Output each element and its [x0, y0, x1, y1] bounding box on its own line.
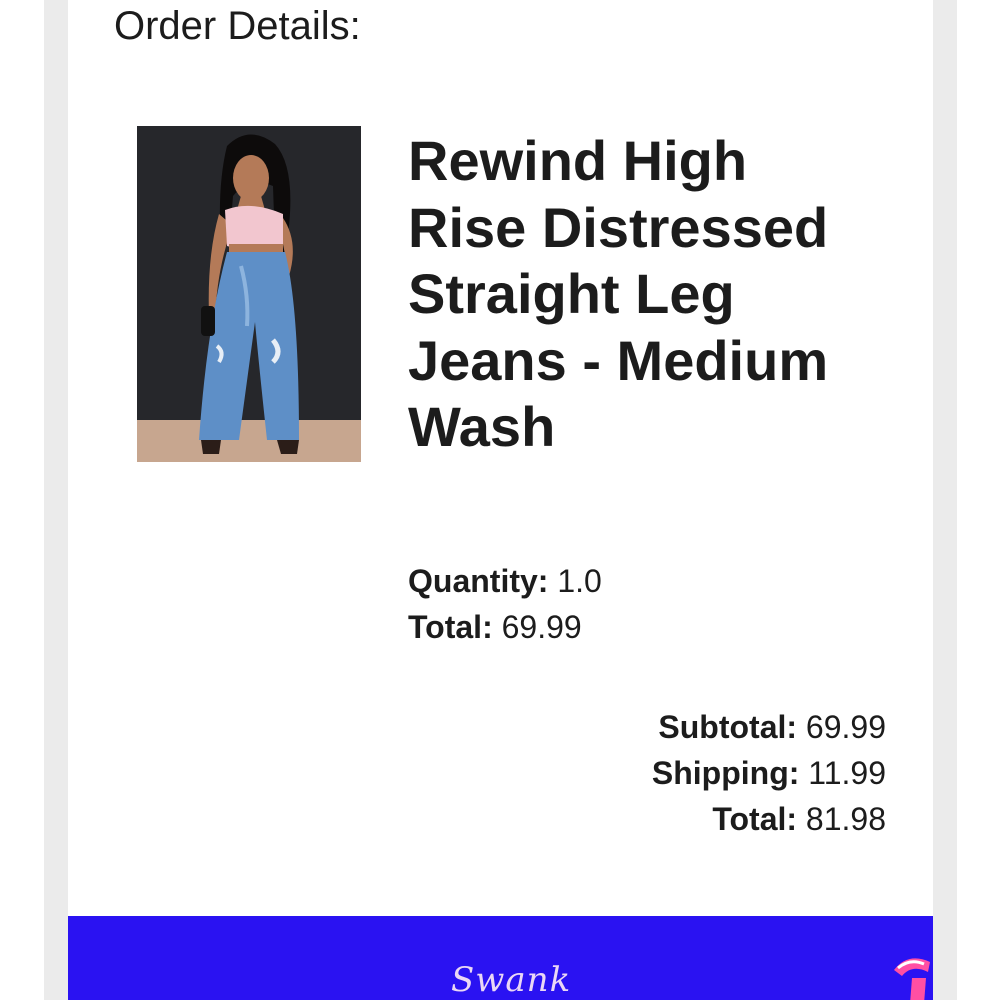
item-total-value: 69.99: [501, 609, 582, 645]
right-margin: [957, 0, 1000, 1000]
footer-banner[interactable]: Swank: [68, 916, 933, 1000]
brand-logo[interactable]: Swank: [451, 960, 571, 1000]
product-image[interactable]: [137, 126, 361, 462]
product-photo: [137, 126, 361, 462]
grand-total-row: Total: 81.98: [652, 796, 886, 842]
section-title: Order Details:: [114, 4, 361, 48]
grand-total-value: 81.98: [805, 801, 886, 837]
order-card: Order Details: Rewind High Rise Distress…: [68, 0, 933, 1000]
quantity-row: Quantity: 1.0: [408, 558, 602, 604]
shipping-value: 11.99: [808, 755, 886, 791]
subtotal-row: Subtotal: 69.99: [652, 704, 886, 750]
shipping-label: Shipping:: [651, 755, 800, 791]
grand-total-label: Total:: [712, 801, 798, 837]
right-border: [933, 0, 957, 1000]
subtotal-value: 69.99: [805, 709, 886, 745]
item-total-row: Total: 69.99: [408, 604, 602, 650]
quantity-label: Quantity:: [408, 563, 549, 599]
quantity-value: 1.0: [557, 563, 602, 599]
brand-mark-icon: [888, 948, 933, 1000]
subtotal-label: Subtotal:: [658, 709, 798, 745]
item-total-label: Total:: [408, 609, 493, 645]
left-border: [44, 0, 68, 1000]
left-margin: [0, 0, 44, 1000]
product-title[interactable]: Rewind High Rise Distressed Straight Leg…: [408, 128, 878, 461]
shipping-row: Shipping: 11.99: [652, 750, 886, 796]
item-details: Quantity: 1.0 Total: 69.99: [408, 558, 602, 650]
email-page: Order Details: Rewind High Rise Distress…: [0, 0, 1000, 1000]
order-summary: Subtotal: 69.99 Shipping: 11.99 Total: 8…: [652, 704, 886, 842]
